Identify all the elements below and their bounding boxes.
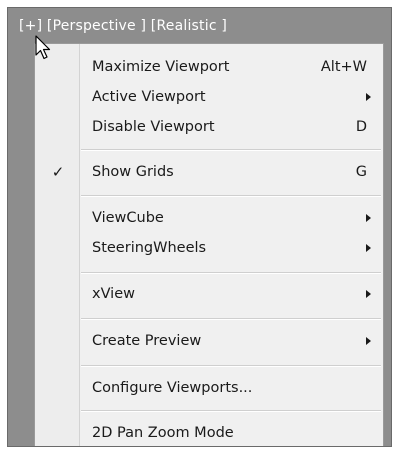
checkmark-icon: ✓ [51, 163, 65, 181]
submenu-arrow-icon [366, 244, 371, 252]
menu-item-shortcut: D [355, 119, 367, 135]
menu-separator [81, 195, 381, 197]
menu-item-xview[interactable]: xView [35, 280, 383, 308]
submenu-arrow-icon [366, 93, 371, 101]
menu-separator [81, 149, 381, 151]
viewport-context-menu: Maximize Viewport Alt+W Active Viewport … [34, 43, 384, 446]
menu-item-label: Configure Viewports... [92, 380, 253, 396]
arrow-pointer-icon [35, 35, 51, 60]
menu-item-label: xView [92, 286, 135, 302]
menu-item-label: SteeringWheels [92, 240, 207, 256]
menu-item-configure-viewports[interactable]: Configure Viewports... [35, 374, 383, 402]
submenu-arrow-icon [366, 290, 371, 298]
menu-item-shortcut: G [355, 164, 367, 180]
menu-item-label: Maximize Viewport [92, 59, 230, 75]
menu-item-label: 2D Pan Zoom Mode [92, 425, 234, 441]
menu-item-label: Create Preview [92, 333, 202, 349]
menu-item-label: Disable Viewport [92, 119, 215, 135]
submenu-arrow-icon [366, 214, 371, 222]
menu-item-maximize-viewport[interactable]: Maximize Viewport Alt+W [35, 53, 383, 81]
menu-separator [81, 365, 381, 367]
menu-item-viewcube[interactable]: ViewCube [35, 204, 383, 232]
menu-separator [81, 272, 381, 274]
menu-item-2d-pan-zoom-mode[interactable]: 2D Pan Zoom Mode [35, 419, 383, 446]
menu-item-shortcut: Alt+W [320, 59, 367, 75]
menu-item-create-preview[interactable]: Create Preview [35, 327, 383, 355]
menu-separator [81, 318, 381, 320]
menu-item-label: ViewCube [92, 210, 164, 226]
menu-item-label: Active Viewport [92, 89, 206, 105]
menu-item-steeringwheels[interactable]: SteeringWheels [35, 234, 383, 262]
menu-item-show-grids[interactable]: ✓ Show Grids G [35, 158, 383, 186]
menu-separator [81, 410, 381, 412]
menu-item-label: Show Grids [92, 164, 174, 180]
menu-item-disable-viewport[interactable]: Disable Viewport D [35, 113, 383, 141]
viewport-frame: [+] [Perspective ] [Realistic ] Maximize… [7, 7, 392, 447]
menu-item-active-viewport[interactable]: Active Viewport [35, 83, 383, 111]
submenu-arrow-icon [366, 337, 371, 345]
